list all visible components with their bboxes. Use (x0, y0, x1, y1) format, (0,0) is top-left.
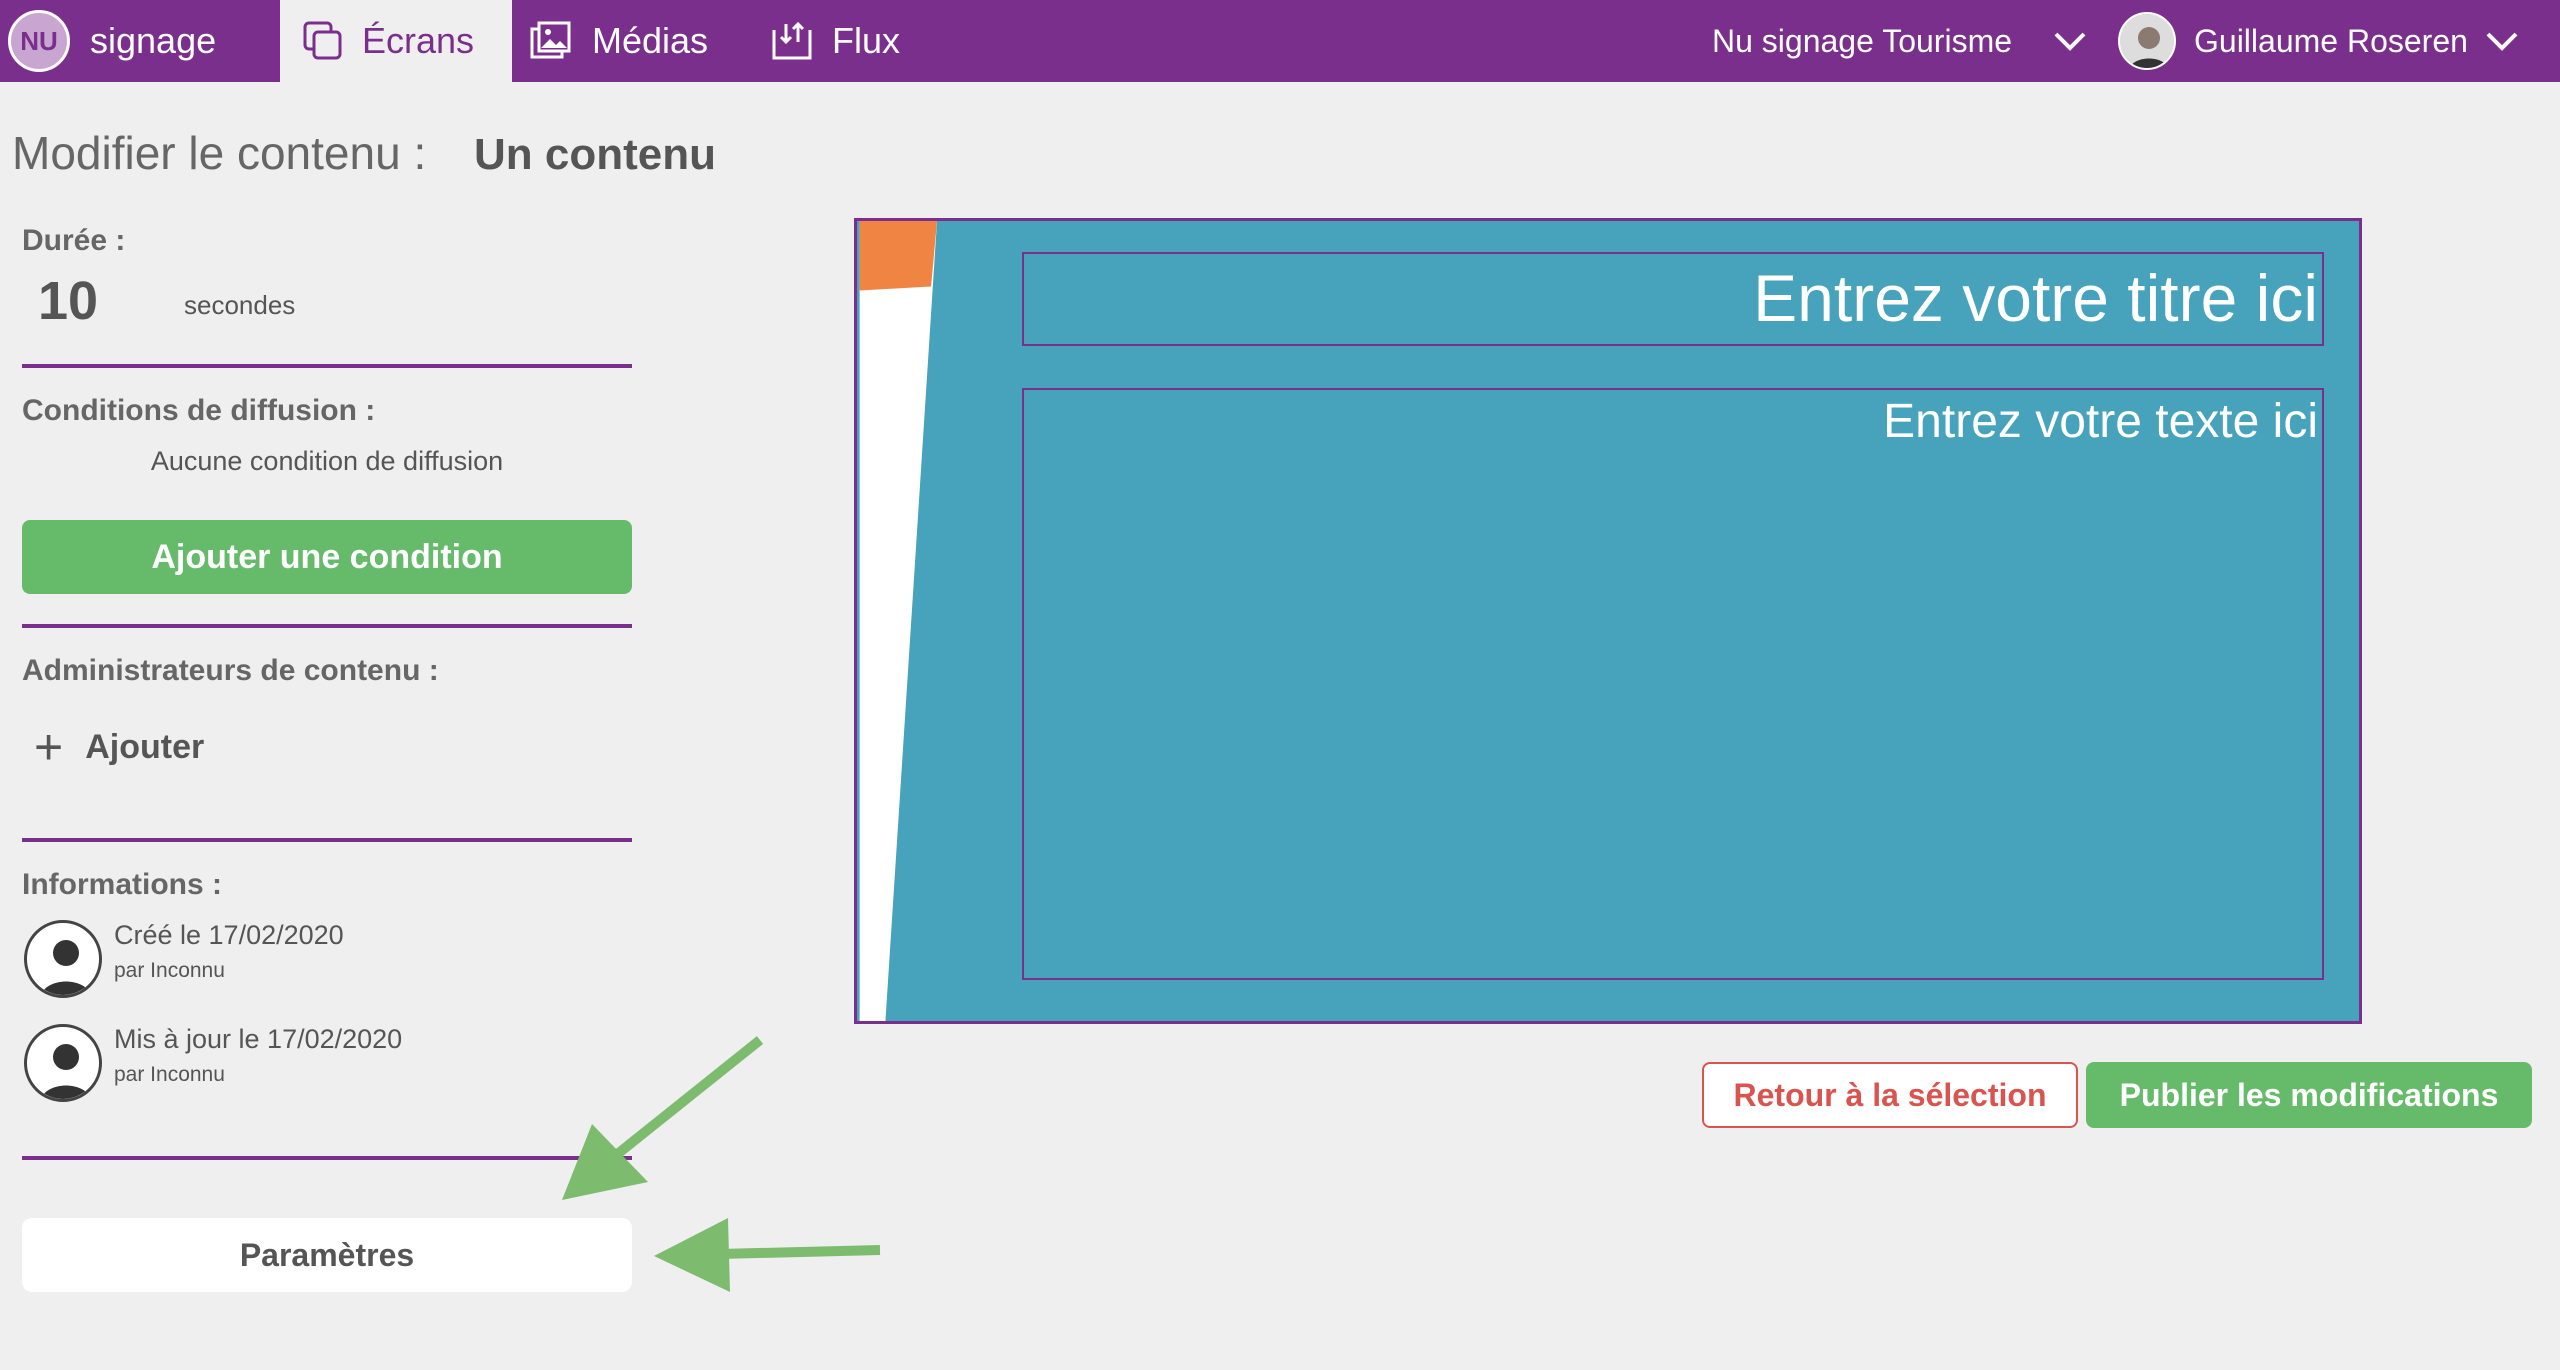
annotation-arrow-diagonal (562, 1036, 764, 1200)
annotation-arrow-horizontal (654, 1218, 881, 1292)
annotation-arrows (562, 1036, 881, 1292)
